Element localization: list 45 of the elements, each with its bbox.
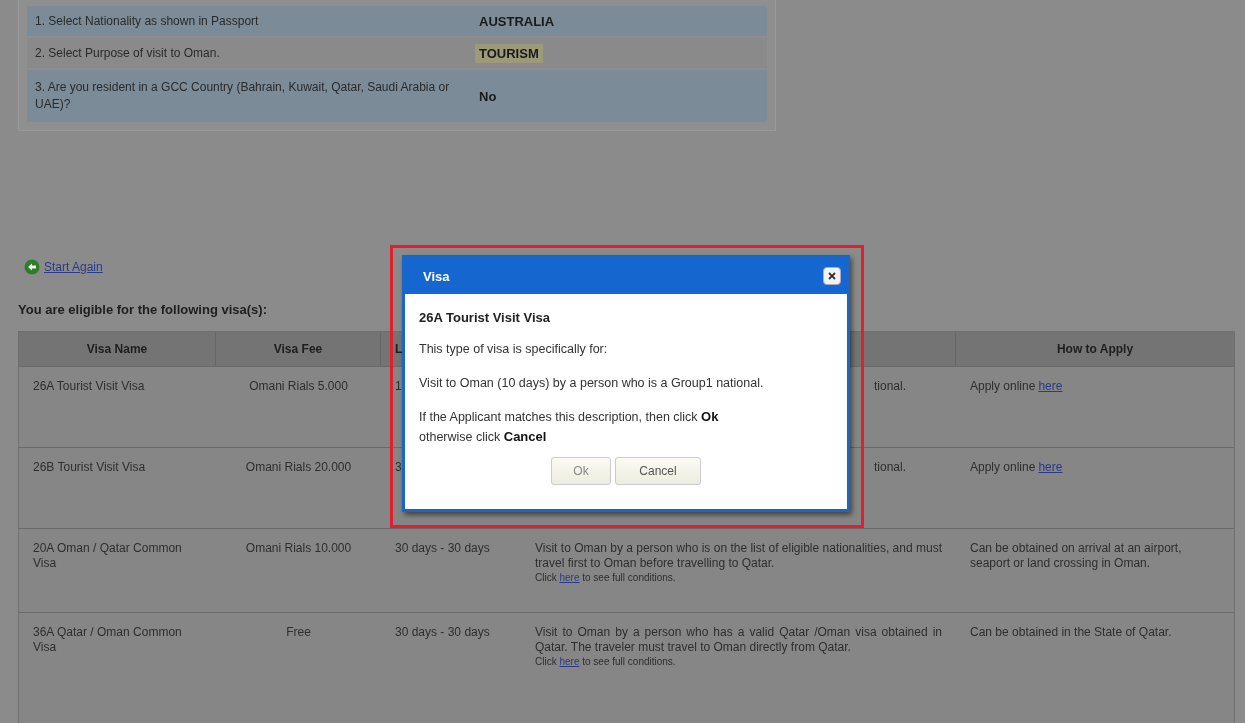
table-cell: tional. [873,379,906,394]
table-cell: 30 days - 30 days [395,541,490,555]
criteria-value: TOURISM [475,43,543,63]
table-cell: Can be obtained on arrival at an airport, seaport or land crossing in Oman. [970,541,1182,570]
table-cell: 3 [395,460,402,474]
table-cell: Omani Rials 5.000 [249,379,348,393]
criteria-label: 3. Are you resident in a GCC Country (Bahrain, Kuwait, Qatar, Saudi Arabia or UAE)? [35,79,451,113]
criteria-label: 1. Select Nationality as shown in Passport [35,12,260,30]
table-cell: tional. [873,460,906,475]
table-cell: Apply online here [970,460,1063,474]
column-header: How to Apply [1055,341,1135,358]
dialog-heading: 26A Tourist Visit Visa [419,310,551,325]
start-again-link[interactable]: Start Again [44,260,103,274]
table-cell: Free [286,625,311,639]
table-cell: 26B Tourist Visit Visa [33,460,146,474]
table-cell: 1 [395,379,402,393]
column-header: Visa Fee [216,332,381,366]
table-cell: Visit to Oman by a person who is on the list of eligible nationalities, and must travel first to Oman before travelling to Qatar. [535,541,942,571]
dialog-text: Visit to Oman (10 days) by a person who is a Group1 national. [419,375,765,392]
table-cell: Apply online here [970,379,1063,393]
table-cell: 36A Qatar / Oman Common Visa [33,625,182,654]
column-header: Visa Name [19,332,216,366]
apply-link[interactable]: here [1038,379,1063,393]
cancel-button[interactable]: Cancel [615,457,701,485]
dialog-title: Visa [423,268,450,284]
criteria-value: AUSTRALIA [478,12,556,31]
table-cell: Can be obtained in the State of Qatar. [970,625,1172,639]
conditions-note: Click here to see full conditions. [535,655,676,668]
table-cell: Visit to Oman by a person who has a valid Qatar /Oman visa obtained in Qatar. The traveler must travel to Oman directly from Qatar. [535,625,942,655]
criteria-value: No [478,87,498,106]
conditions-note: Click here to see full conditions. [535,571,676,584]
apply-link[interactable]: here [1038,460,1063,474]
dialog-instruction: If the Applicant matches this description, then click Ok otherwise click Cancel [419,408,720,446]
close-icon [828,272,836,280]
conditions-link[interactable]: here [559,572,580,583]
table-cell: Omani Rials 20.000 [245,460,352,474]
table-cell: 30 days - 30 days [395,625,490,639]
eligible-heading: You are eligible for the following visa(s): [18,302,268,317]
ok-button[interactable]: Ok [551,457,611,485]
table-cell: Omani Rials 10.000 [245,541,352,555]
table-cell: 20A Oman / Qatar Common Visa [33,541,182,570]
criteria-label: 2. Select Purpose of visit to Oman. [35,44,221,62]
table-cell: 26A Tourist Visit Visa [33,379,145,393]
conditions-link[interactable]: here [559,656,580,667]
close-button[interactable] [823,267,841,285]
